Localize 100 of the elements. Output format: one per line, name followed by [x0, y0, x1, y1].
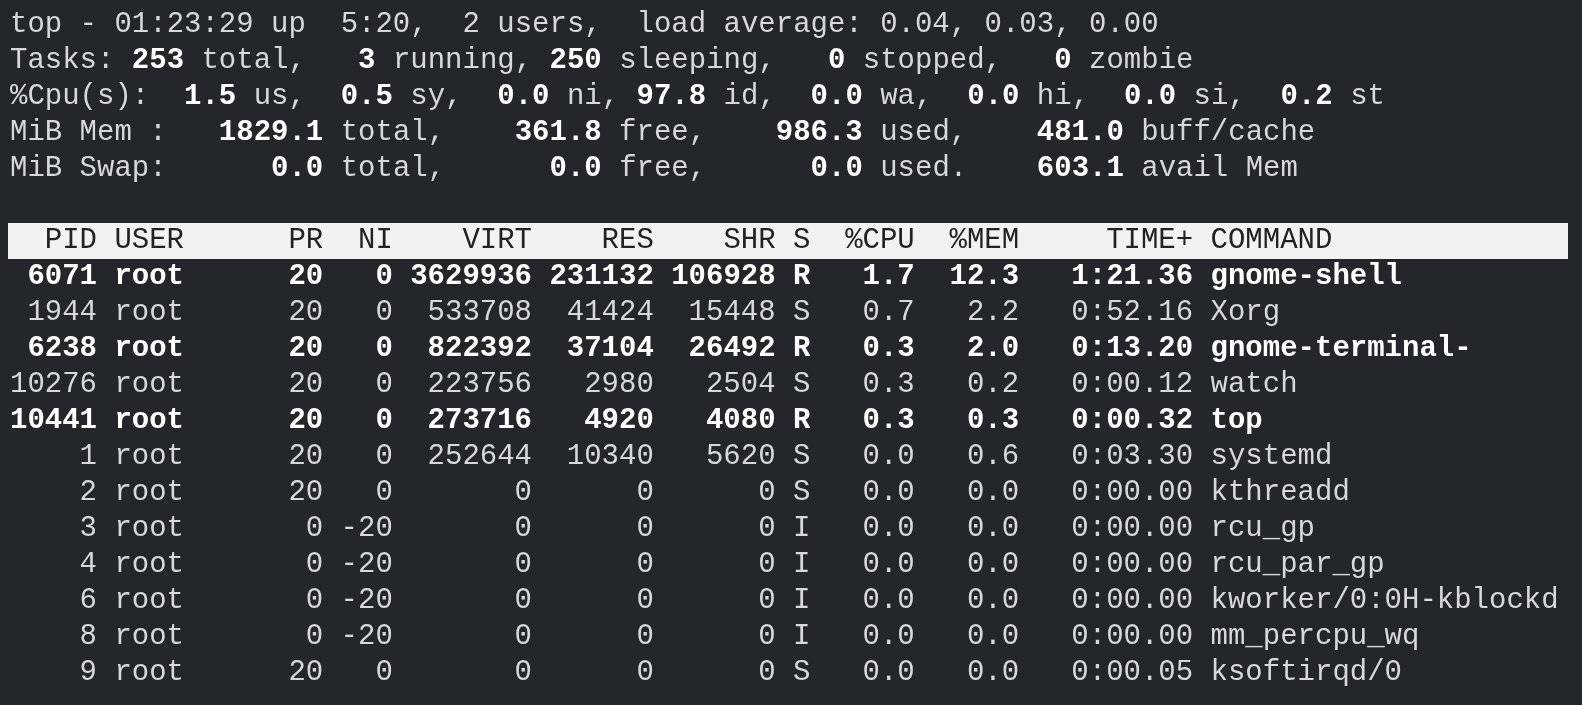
table-cell-text: 0:00.05: [1070, 655, 1194, 691]
table-cell-text: 2.2: [965, 295, 1020, 331]
table-cell-text: 0.0: [861, 439, 915, 475]
table-cell-text: 0: [757, 583, 776, 619]
table-cell-text: root: [114, 367, 185, 403]
table-cell-text: root: [114, 547, 185, 583]
table-cell-text: 20: [287, 403, 324, 439]
table-cell: -20: [340, 511, 393, 547]
column-header: S: [793, 223, 811, 259]
table-cell-text: 6071: [26, 259, 97, 295]
table-cell-text: root: [114, 295, 185, 331]
table-cell-text: 0: [374, 331, 393, 367]
table-cell: R: [793, 403, 811, 439]
table-cell-text: 533708: [426, 295, 532, 331]
table-cell: -20: [340, 619, 393, 655]
table-cell-text: 2504: [704, 367, 776, 403]
table-cell-text: 0.0: [965, 475, 1020, 511]
table-cell-text: 0:03.30: [1070, 439, 1194, 475]
table-cell-text: 0: [635, 511, 654, 547]
table-cell-text: 0: [757, 619, 776, 655]
table-cell-text: 0: [374, 655, 393, 691]
table-cell-text: 0.0: [861, 619, 915, 655]
table-cell: I: [793, 511, 811, 547]
table-cell-text: rcu_par_gp: [1210, 547, 1386, 583]
table-cell-text: 273716: [426, 403, 532, 439]
summary-line: MiB Swap: 0.0 total, 0.0 free, 0.0 used. 603.1 avail Mem: [9, 151, 1299, 187]
column-header: COMMAND: [1210, 223, 1334, 259]
table-cell-text: 6: [78, 583, 97, 619]
table-cell-text: root: [114, 259, 185, 295]
table-cell-text: 20: [287, 439, 324, 475]
table-cell-text: 0: [304, 511, 324, 547]
table-cell-text: 0.3: [861, 367, 915, 403]
table-cell-text: 12.3: [948, 259, 1020, 295]
table-cell-text: root: [114, 403, 185, 439]
table-cell-text: 0.0: [861, 475, 915, 511]
column-header: SHR: [722, 223, 776, 259]
table-cell-text: 2980: [583, 367, 654, 403]
table-cell-text: 0: [374, 439, 393, 475]
table-cell-text: 0:00.32: [1070, 403, 1194, 439]
table-cell-text: 20: [287, 331, 324, 367]
table-cell-text: 0:00.00: [1070, 619, 1194, 655]
table-cell-text: 0: [513, 655, 532, 691]
table-cell-text: 0: [757, 655, 776, 691]
table-cell-text: ksoftirqd/0: [1210, 655, 1403, 691]
table-cell-text: 0.0: [965, 547, 1020, 583]
table-cell-text: 0: [374, 295, 393, 331]
table-cell-text: 0: [304, 547, 324, 583]
table-cell-text: 20: [287, 655, 324, 691]
column-header: PID: [43, 223, 97, 259]
table-cell: 10276: [10, 367, 97, 403]
column-header: VIRT: [461, 223, 532, 259]
table-cell: 231132: [549, 259, 654, 295]
table-cell: R: [793, 331, 811, 367]
table-cell-text: 0: [513, 547, 532, 583]
table-cell-text: 15448: [687, 295, 776, 331]
column-header: %MEM: [948, 223, 1020, 259]
table-cell-text: 0.3: [861, 331, 915, 367]
table-cell-text: 4080: [704, 403, 776, 439]
table-cell-text: rcu_gp: [1210, 511, 1316, 547]
table-cell-text: 20: [287, 475, 324, 511]
table-cell-text: 6238: [26, 331, 97, 367]
summary-line: MiB Mem : 1829.1 total, 361.8 free, 986.3 used, 481.0 buff/cache: [9, 115, 1317, 151]
table-cell: S: [793, 655, 811, 691]
table-cell-text: 37104: [565, 331, 654, 367]
table-cell-text: top: [1210, 403, 1264, 439]
table-cell-text: 5620: [704, 439, 776, 475]
table-cell: I: [793, 619, 811, 655]
table-cell-text: 0.2: [965, 367, 1020, 403]
table-cell-text: 0: [304, 619, 324, 655]
table-cell-text: 1:21.36: [1070, 259, 1194, 295]
table-cell-text: 1: [78, 439, 97, 475]
table-cell-text: 20: [287, 259, 324, 295]
table-cell: -20: [340, 547, 393, 583]
table-cell-text: 0: [513, 619, 532, 655]
table-cell-text: 822392: [426, 331, 532, 367]
table-cell-text: 0:00.00: [1070, 547, 1194, 583]
table-cell-text: 0.3: [861, 403, 915, 439]
table-cell-text: 0.0: [965, 583, 1020, 619]
table-cell-text: 0: [635, 475, 654, 511]
column-header: NI: [357, 223, 393, 259]
table-cell-text: 252644: [426, 439, 532, 475]
table-cell-text: 1.7: [861, 259, 915, 295]
summary-line: %Cpu(s): 1.5 us, 0.5 sy, 0.0 ni, 97.8 id, 0.0 wa, 0.0 hi, 0.0 si, 0.2 st: [9, 79, 1386, 115]
table-cell-text: 0: [513, 583, 532, 619]
table-cell-text: 0:13.20: [1070, 331, 1194, 367]
table-cell-text: 4920: [583, 403, 654, 439]
table-cell-text: 0.0: [861, 511, 915, 547]
table-cell-text: 0: [374, 403, 393, 439]
table-cell-text: 2: [78, 475, 97, 511]
table-cell-text: 0: [304, 583, 324, 619]
table-cell: S: [793, 439, 811, 475]
table-cell: 106928: [671, 259, 776, 295]
table-cell-text: 0: [513, 475, 532, 511]
table-cell-text: 0:52.16: [1070, 295, 1194, 331]
table-cell-text: 10340: [565, 439, 654, 475]
column-header: PR: [287, 223, 324, 259]
table-cell-text: 0: [635, 619, 654, 655]
table-cell-text: 0: [374, 475, 393, 511]
table-cell: 3629936: [410, 259, 532, 295]
table-cell-text: 0.6: [965, 439, 1020, 475]
